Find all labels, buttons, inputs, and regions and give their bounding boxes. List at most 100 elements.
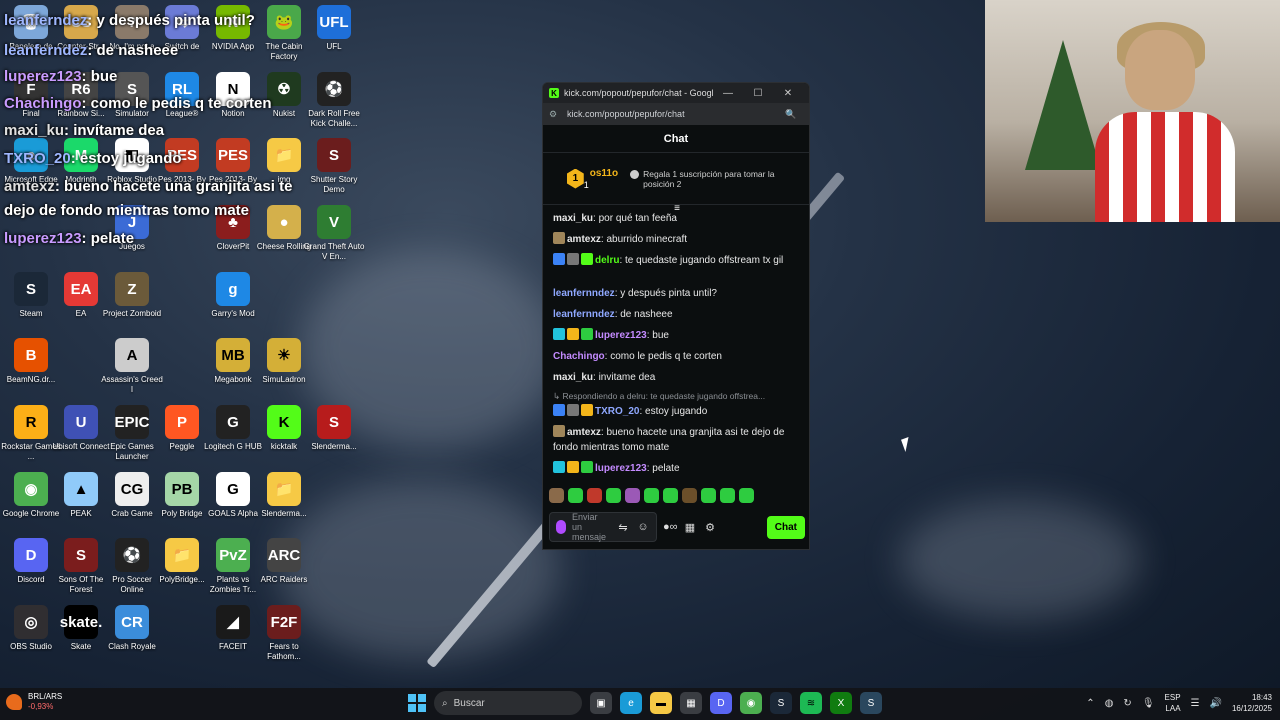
desktop-icon[interactable]: V Grand Theft Auto V En... <box>303 205 365 262</box>
discord-icon[interactable]: D <box>710 692 732 714</box>
store-app-icon[interactable]: ▦ <box>680 692 702 714</box>
chat-username[interactable]: amtexz <box>567 234 601 245</box>
chat-message[interactable]: luperez123: bue <box>553 328 801 343</box>
chat-message[interactable] <box>553 274 801 280</box>
emote-icon[interactable] <box>606 488 621 503</box>
overlay-chat-line: maxi_ku: invítame dea <box>4 122 164 139</box>
task-view-icon[interactable]: ▣ <box>590 692 612 714</box>
widget-currency[interactable]: BRL/ARS -0,93% <box>6 692 62 712</box>
desktop-icon-label: Grand Theft Auto V En... <box>303 242 365 261</box>
desktop-icon[interactable]: 📁 Slenderma... <box>253 472 315 519</box>
steam-app-icon[interactable]: S <box>770 692 792 714</box>
language-indicator[interactable]: ESP LAA <box>1165 692 1181 714</box>
chat-username[interactable]: delru <box>595 255 619 266</box>
url-text[interactable]: kick.com/popout/pepufor/chat <box>567 109 785 119</box>
desktop-icon[interactable]: F2F Fears to Fathom... <box>253 605 315 662</box>
spotify-icon[interactable]: ≋ <box>800 692 822 714</box>
chat-username[interactable]: leanfernndez <box>553 288 615 299</box>
chat-message[interactable]: Chachingo: como le pedis q te corten <box>553 349 801 364</box>
network-icon[interactable]: ☰ <box>1191 698 1200 709</box>
site-settings-icon[interactable]: ⚙ <box>549 109 559 119</box>
settings-gear-icon[interactable]: ⚙ <box>703 521 717 534</box>
chat-message[interactable]: delru: te quedaste jugando offstream tx … <box>553 253 801 268</box>
steam-icon[interactable]: S <box>860 692 882 714</box>
emote-icon[interactable] <box>739 488 754 503</box>
app-icon: D <box>14 538 48 572</box>
chat-message[interactable]: leanfernndez: de nasheee <box>553 307 801 322</box>
desktop-icon[interactable]: S Slenderma... <box>303 405 365 452</box>
translate-icon[interactable]: ⇋ <box>616 521 630 534</box>
chrome-icon[interactable]: ◉ <box>740 692 762 714</box>
emote-icon[interactable] <box>701 488 716 503</box>
chat-message[interactable]: amtexz: aburrido minecraft <box>553 232 801 247</box>
community-icon[interactable]: ●∞ <box>663 521 678 533</box>
emote-icon[interactable] <box>644 488 659 503</box>
volume-icon[interactable]: 🔊 <box>1210 698 1222 709</box>
chat-username[interactable]: luperez123 <box>595 463 647 474</box>
minimize-button[interactable]: — <box>713 88 743 99</box>
chat-username[interactable]: TXRO_20 <box>595 406 639 417</box>
app-icon: P <box>165 405 199 439</box>
desktop-icon[interactable]: ARC ARC Raiders <box>253 538 315 585</box>
overlay-username: leanferndez <box>4 12 88 29</box>
overlay-username: luperez123 <box>4 230 82 247</box>
pinned-gifter[interactable]: 1 os11o 1 Regala 1 suscripción para toma… <box>543 153 809 205</box>
chat-username[interactable]: luperez123 <box>595 330 647 341</box>
window-titlebar[interactable]: K kick.com/popout/pepufor/chat - Google … <box>543 83 809 103</box>
chat-message[interactable]: maxi_ku: invitame dea <box>553 370 801 385</box>
clock[interactable]: 18:43 16/12/2025 <box>1232 692 1272 714</box>
search-placeholder: Buscar <box>453 697 485 709</box>
taskbar-search[interactable]: ⌕ Buscar <box>434 691 582 715</box>
chat-message[interactable]: maxi_ku: por qué tan feeña <box>553 211 801 226</box>
emote-icon[interactable] <box>568 488 583 503</box>
emote-icon[interactable] <box>549 488 564 503</box>
tray-mic-icon[interactable]: 🎙 <box>1142 698 1155 709</box>
chat-input[interactable]: Enviar un mensaje ⇋ ☺ <box>549 512 657 542</box>
chat-username[interactable]: maxi_ku <box>553 372 593 383</box>
emote-icon[interactable] <box>587 488 602 503</box>
zoom-icon[interactable]: 🔍 <box>785 109 796 119</box>
overlay-username: Chachingo <box>4 95 82 112</box>
chat-username[interactable]: amtexz <box>567 427 601 438</box>
desktop-icon[interactable]: B BeamNG.dr... <box>0 338 62 385</box>
overlay-username: amtexz <box>4 178 55 195</box>
desktop-icon[interactable]: A Assassin's Creed I <box>101 338 163 395</box>
emote-icon[interactable] <box>625 488 640 503</box>
desktop-icon[interactable]: CR Clash Royale <box>101 605 163 652</box>
store-icon[interactable]: ▦ <box>683 521 697 534</box>
chat-text: : aburrido minecraft <box>600 234 688 245</box>
send-chat-button[interactable]: Chat <box>766 515 805 539</box>
emote-icon[interactable] <box>682 488 697 503</box>
desktop-icon[interactable]: ⚽ Dark Roll Free Kick Challe... <box>303 72 365 129</box>
close-button[interactable]: ✕ <box>773 88 803 99</box>
chat-message[interactable]: amtexz: bueno hacete una granjita asi te… <box>553 425 801 455</box>
chat-username[interactable]: leanfernndez <box>553 309 615 320</box>
app-icon: K <box>267 405 301 439</box>
desktop-icon[interactable]: UFL UFL <box>303 5 365 52</box>
emote-icon[interactable] <box>663 488 678 503</box>
tray-expand-icon[interactable]: ⌃ <box>1086 698 1094 709</box>
emote-icon[interactable] <box>720 488 735 503</box>
xbox-icon[interactable]: X <box>830 692 852 714</box>
maximize-button[interactable]: ☐ <box>743 88 773 99</box>
chat-badge-icon <box>553 461 565 473</box>
edge-icon[interactable]: e <box>620 692 642 714</box>
windows-start-icon[interactable] <box>408 694 426 712</box>
chat-message[interactable]: luperez123: pelate <box>553 461 801 476</box>
address-bar[interactable]: ⚙ kick.com/popout/pepufor/chat 🔍 <box>543 103 809 125</box>
file-explorer-icon[interactable]: ▬ <box>650 692 672 714</box>
desktop-icon[interactable]: S Shutter Story Demo <box>303 138 365 195</box>
app-icon: ⚽ <box>317 72 351 106</box>
chat-message[interactable]: leanfernndez: y después pinta until? <box>553 286 801 301</box>
chat-username[interactable]: maxi_ku <box>553 213 593 224</box>
chat-username[interactable]: Chachingo <box>553 351 605 362</box>
system-tray: ⌃ ◍ ↻ 🎙 ESP LAA ☰ 🔊 18:43 16/12/2025 <box>1086 692 1272 714</box>
mic-icon[interactable] <box>556 520 566 534</box>
emoji-icon[interactable]: ☺ <box>636 521 650 533</box>
desktop-icon[interactable]: g Garry's Mod <box>202 272 264 319</box>
desktop-icon[interactable]: ☀ SimuLadron <box>253 338 315 385</box>
desktop-icon[interactable]: Z Project Zomboid <box>101 272 163 319</box>
tray-app-icon[interactable]: ◍ <box>1105 698 1114 709</box>
chat-message[interactable]: TXRO_20: estoy jugando <box>553 404 801 419</box>
tray-sync-icon[interactable]: ↻ <box>1123 698 1131 709</box>
